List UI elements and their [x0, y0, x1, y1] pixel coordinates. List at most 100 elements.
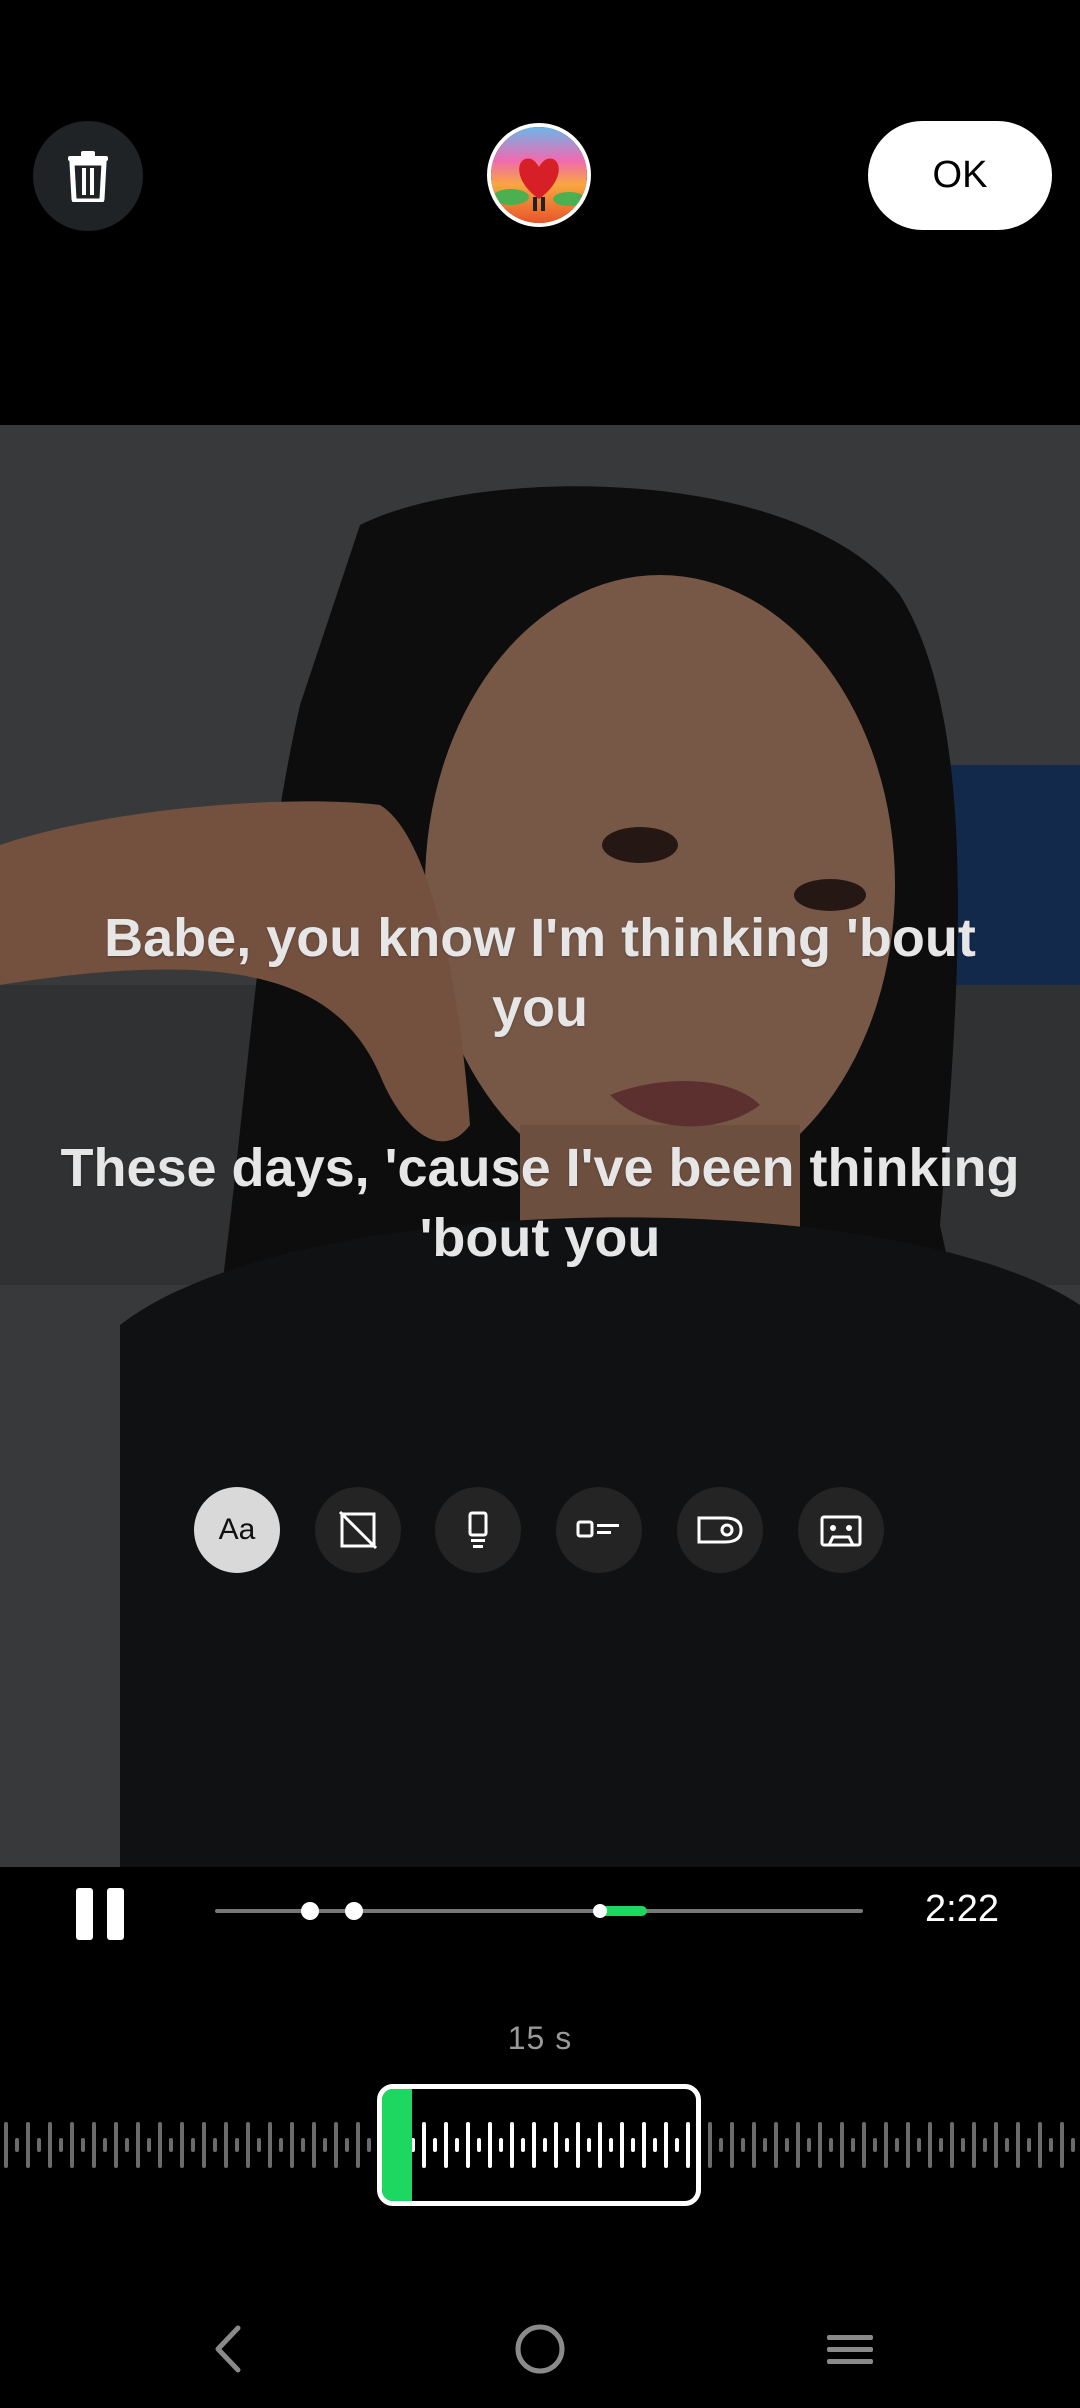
lyric-card-icon [576, 1520, 619, 1538]
waveform-bar [257, 2138, 261, 2152]
no-background-icon [338, 1510, 378, 1550]
story-photo: Babe, you know I'm thinking 'bout you Th… [0, 425, 1080, 1867]
waveform-bar [279, 2138, 283, 2152]
system-nav-bar [0, 2290, 1080, 2408]
waveform-bar [59, 2138, 63, 2152]
waveform-bar [730, 2122, 734, 2168]
waveform-bar [862, 2122, 866, 2168]
waveform-bar [928, 2122, 932, 2168]
waveform-bar [840, 2122, 844, 2168]
font-style-label: Aa [218, 1513, 256, 1546]
waveform-bar [807, 2138, 811, 2152]
lyric-line-current[interactable]: Babe, you know I'm thinking 'bout you [60, 903, 1020, 1043]
font-style-button[interactable]: Aa [194, 1487, 280, 1573]
waveform-bar [939, 2138, 943, 2152]
album-art-image [491, 127, 587, 223]
song-progress-track[interactable] [215, 1902, 863, 1920]
back-button[interactable] [168, 2290, 288, 2408]
lyric-marker-dot [301, 1902, 319, 1920]
waveform-bar [884, 2122, 888, 2168]
pause-icon [72, 1888, 128, 1944]
waveform-bar [763, 2138, 767, 2152]
waveform-bar [785, 2138, 789, 2152]
waveform-bar [37, 2138, 41, 2152]
waveform-bar [1027, 2138, 1031, 2152]
home-icon [515, 2324, 565, 2374]
waveform-bar [180, 2122, 184, 2168]
cassette-icon [820, 1515, 862, 1547]
lyric-card-button[interactable] [556, 1487, 642, 1573]
waveform-bar [290, 2122, 294, 2168]
playhead[interactable] [593, 1904, 607, 1918]
waveform-bar [246, 2122, 250, 2168]
waveform-bar [950, 2122, 954, 2168]
waveform-bar [851, 2138, 855, 2152]
waveform-bar [312, 2122, 316, 2168]
tag-style-button[interactable] [677, 1487, 763, 1573]
waveform-bar [741, 2138, 745, 2152]
waveform-bar [81, 2138, 85, 2152]
waveform-bar [147, 2138, 151, 2152]
sticker-style-icon [468, 1511, 488, 1548]
clip-selector[interactable] [377, 2084, 701, 2206]
waveform-bar [895, 2138, 899, 2152]
waveform-bar [4, 2122, 8, 2168]
waveform-bar [719, 2138, 723, 2152]
home-button[interactable] [480, 2290, 600, 2408]
top-bar: OK [0, 0, 1080, 425]
waveform-bar [1005, 2138, 1009, 2152]
song-time: 2:22 [925, 1888, 999, 1930]
waveform-bar [235, 2138, 239, 2152]
waveform-bar [774, 2122, 778, 2168]
waveform-bar [752, 2122, 756, 2168]
waveform-bar [708, 2122, 712, 2168]
clip-selector-progress [382, 2089, 412, 2201]
ok-button[interactable]: OK [868, 121, 1052, 230]
waveform-bar [213, 2138, 217, 2152]
pause-button[interactable] [72, 1888, 128, 1944]
waveform-bar [48, 2122, 52, 2168]
waveform-bar [125, 2138, 129, 2152]
trash-icon [68, 151, 108, 202]
ok-label: OK [932, 154, 988, 196]
waveform-bar [268, 2122, 272, 2168]
delete-button[interactable] [33, 121, 143, 231]
waveform-bar [301, 2138, 305, 2152]
waveform-bar [26, 2122, 30, 2168]
waveform-bar [191, 2138, 195, 2152]
waveform-bar [323, 2138, 327, 2152]
waveform-bar [103, 2138, 107, 2152]
waveform-bar [1016, 2122, 1020, 2168]
waveform-bar [114, 2122, 118, 2168]
waveform-bar [961, 2138, 965, 2152]
recents-button[interactable] [790, 2290, 910, 2408]
waveform-bar [202, 2122, 206, 2168]
waveform-bar [1060, 2122, 1064, 2168]
waveform-bar [796, 2122, 800, 2168]
clip-duration-label: 15 s [507, 2020, 573, 2056]
waveform-bar [873, 2138, 877, 2152]
waveform-bar [356, 2122, 360, 2168]
lyric-line-next[interactable]: These days, 'cause I've been thinking 'b… [60, 1133, 1020, 1273]
waveform-bar [983, 2138, 987, 2152]
album-art-sticker[interactable] [487, 123, 591, 227]
tag-style-icon [697, 1516, 743, 1544]
waveform-bar [169, 2138, 173, 2152]
waveform-bar [158, 2122, 162, 2168]
waveform-bar [1038, 2122, 1042, 2168]
no-background-button[interactable] [315, 1487, 401, 1573]
waveform-bar [972, 2122, 976, 2168]
waveform-bar [367, 2138, 371, 2152]
waveform-bar [345, 2138, 349, 2152]
waveform-bar [224, 2122, 228, 2168]
cassette-button[interactable] [798, 1487, 884, 1573]
waveform-bar [92, 2122, 96, 2168]
waveform-bar [1071, 2138, 1075, 2152]
waveform-bar [136, 2122, 140, 2168]
waveform-bar [906, 2122, 910, 2168]
waveform-bar [15, 2138, 19, 2152]
sticker-style-button[interactable] [435, 1487, 521, 1573]
lyric-marker-dot [345, 1902, 363, 1920]
waveform-bar [829, 2138, 833, 2152]
recents-icon [827, 2335, 873, 2364]
